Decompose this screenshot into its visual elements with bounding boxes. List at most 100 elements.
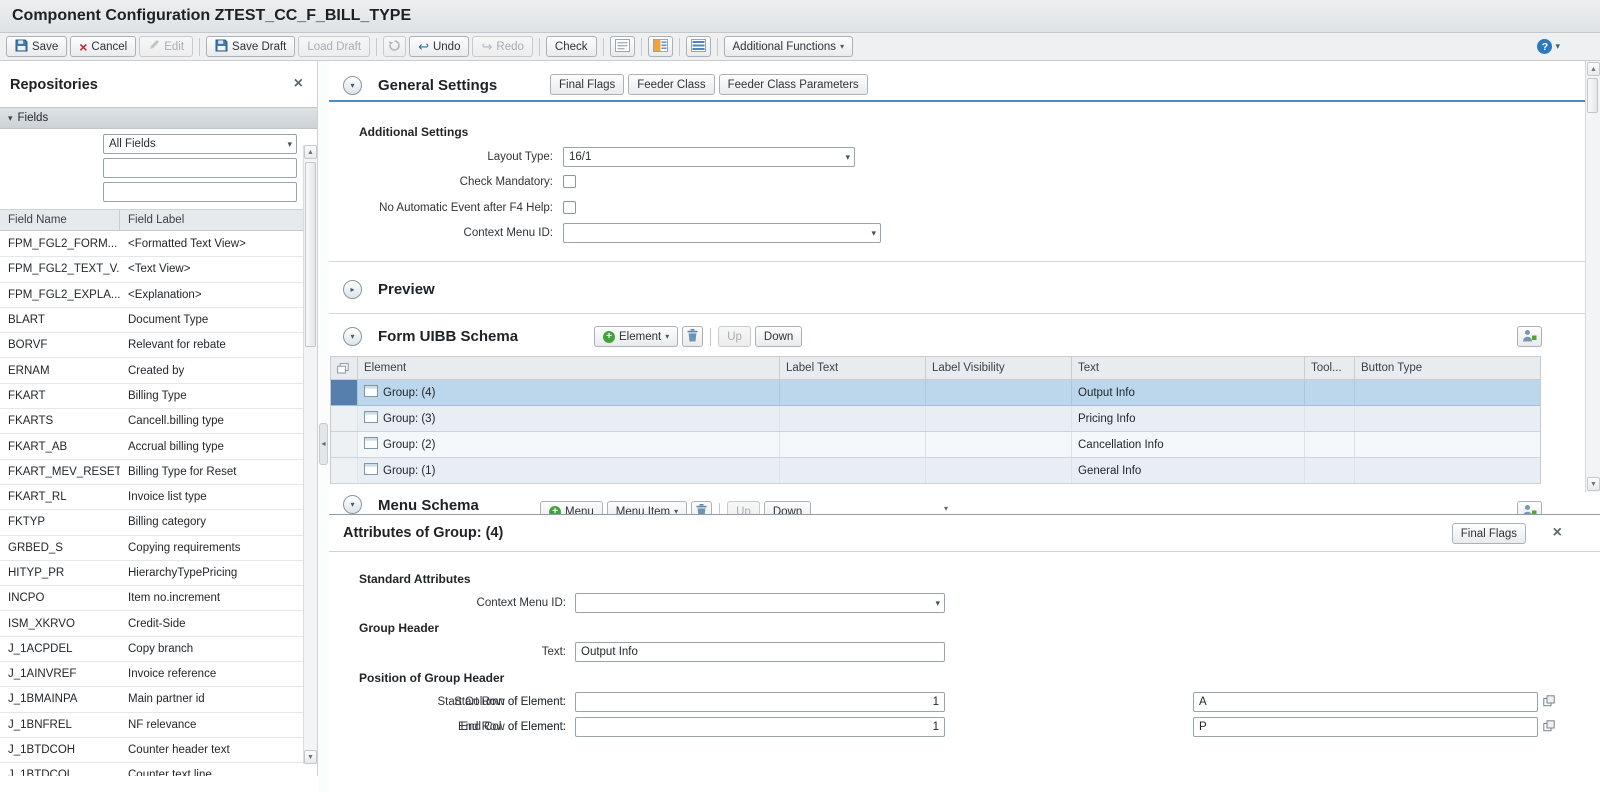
feeder-class-parameters-button[interactable]: Feeder Class Parameters	[719, 74, 868, 95]
field-row[interactable]: FKART_RL Invoice list type	[0, 485, 304, 510]
delete-element-button[interactable]	[682, 326, 703, 347]
edit-button[interactable]: Edit	[139, 36, 193, 57]
row-selector-cell[interactable]	[331, 406, 358, 431]
field-row[interactable]: J_1AINVREF Invoice reference	[0, 662, 304, 687]
feeder-class-button[interactable]: Feeder Class	[628, 74, 714, 95]
row-selector-cell[interactable]	[331, 380, 358, 405]
collapse-left-icon[interactable]	[319, 423, 328, 465]
row-selector-cell[interactable]	[331, 458, 358, 483]
column-header-field-label[interactable]: Field Label	[120, 214, 304, 226]
scroll-up-icon[interactable]	[1587, 62, 1600, 76]
start-column-input[interactable]	[1193, 692, 1538, 712]
check-mandatory-checkbox[interactable]	[563, 175, 576, 188]
additional-functions-button[interactable]: Additional Functions	[724, 36, 854, 57]
field-row[interactable]: BORVF Relevant for rebate	[0, 333, 304, 358]
repositories-close-icon[interactable]	[294, 76, 303, 92]
end-column-input[interactable]	[1193, 717, 1538, 737]
field-row[interactable]: FKART Billing Type	[0, 384, 304, 409]
field-row[interactable]: FPM_FGL2_TEXT_V... <Text View>	[0, 257, 304, 282]
value-help-icon[interactable]	[1543, 720, 1555, 732]
personalization-button[interactable]	[1517, 326, 1542, 347]
save-button[interactable]: Save	[6, 36, 67, 57]
start-row-input[interactable]	[575, 692, 945, 712]
panel-splitter[interactable]	[318, 61, 329, 792]
column-header-button-type[interactable]: Button Type	[1355, 357, 1540, 379]
collapse-section-icon[interactable]	[343, 327, 362, 346]
row-selector-cell[interactable]	[331, 432, 358, 457]
add-element-button[interactable]: Element	[594, 326, 678, 347]
column-header-label-visibility[interactable]: Label Visibility	[926, 357, 1072, 379]
menu-move-up-button[interactable]: Up	[727, 501, 760, 514]
field-row[interactable]: FKART_AB Accrual billing type	[0, 434, 304, 459]
uibb-row[interactable]: Group: (2) Cancellation Info	[331, 432, 1540, 458]
value-help-icon[interactable]	[1543, 695, 1555, 707]
ddic-input[interactable]	[103, 182, 297, 202]
save-draft-button[interactable]: Save Draft	[206, 36, 295, 57]
select-all-stack-icon[interactable]	[331, 357, 358, 379]
field-row[interactable]: J_1BNFREL NF relevance	[0, 713, 304, 738]
scroll-down-icon[interactable]	[304, 750, 317, 764]
redo-button[interactable]: Redo	[472, 36, 532, 57]
help-icon[interactable]	[1537, 39, 1552, 54]
undo-button[interactable]: Undo	[409, 36, 469, 57]
field-row[interactable]: HITYP_PR HierarchyTypePricing	[0, 561, 304, 586]
attributes-close-icon[interactable]	[1553, 525, 1562, 541]
field-row[interactable]: FPM_FGL2_FORM... <Formatted Text View>	[0, 232, 304, 257]
scrollbar-thumb[interactable]	[305, 162, 316, 347]
collapse-section-icon[interactable]	[343, 495, 362, 514]
field-row[interactable]: J_1BTDCOH Counter header text	[0, 738, 304, 763]
field-row[interactable]: J_1BMAINPA Main partner id	[0, 687, 304, 712]
column-header-tooltip[interactable]: Tool...	[1305, 357, 1355, 379]
move-down-button[interactable]: Down	[755, 326, 802, 347]
column-header-field-name[interactable]: Field Name	[0, 210, 120, 230]
fields-section-header[interactable]: Fields	[0, 107, 317, 129]
field-row[interactable]: J_1ACPDEL Copy branch	[0, 637, 304, 662]
end-row-input[interactable]	[575, 717, 945, 737]
field-row[interactable]: ERNAM Created by	[0, 358, 304, 383]
column-header-element[interactable]: Element	[358, 357, 780, 379]
uibb-row[interactable]: Group: (4) Output Info	[331, 380, 1540, 406]
load-draft-button[interactable]: Load Draft	[298, 36, 370, 57]
expand-section-icon[interactable]	[343, 280, 362, 299]
field-row[interactable]: FKART_MEV_RESET Billing Type for Reset	[0, 460, 304, 485]
main-scrollbar[interactable]	[1585, 61, 1600, 492]
scrollbar-thumb[interactable]	[1587, 78, 1598, 113]
column-header-text[interactable]: Text	[1072, 357, 1305, 379]
check-button[interactable]: Check	[546, 36, 597, 57]
field-row[interactable]: J_1BTDCOL Counter text line	[0, 763, 304, 776]
delete-menu-button[interactable]	[691, 501, 712, 514]
group-text-input[interactable]	[575, 642, 945, 662]
field-row[interactable]: FKTYP Billing category	[0, 510, 304, 535]
cancel-button[interactable]: Cancel	[70, 36, 136, 57]
final-flags-button[interactable]: Final Flags	[550, 74, 624, 95]
field-row[interactable]: INCPO Item no.increment	[0, 586, 304, 611]
collapse-section-icon[interactable]	[343, 76, 362, 95]
add-menu-button[interactable]: Menu	[540, 501, 603, 514]
uibb-row[interactable]: Group: (1) General Info	[331, 458, 1540, 484]
toolbar-overflow-chevron-icon[interactable]	[1555, 42, 1560, 51]
split-view-button[interactable]	[648, 36, 673, 57]
field-row[interactable]: FKARTS Cancell.billing type	[0, 409, 304, 434]
panel-sash-chevron-icon[interactable]	[944, 505, 948, 513]
field-row[interactable]: FPM_FGL2_EXPLA... <Explanation>	[0, 283, 304, 308]
field-row[interactable]: ISM_XKRVO Credit-Side	[0, 611, 304, 636]
personalization-button[interactable]	[1517, 501, 1542, 514]
attr-context-menu-dropdown[interactable]	[575, 593, 945, 613]
field-row[interactable]: BLART Document Type	[0, 308, 304, 333]
refresh-button[interactable]	[383, 36, 406, 57]
scroll-down-icon[interactable]	[1587, 477, 1600, 491]
field-row[interactable]: GRBED_S Copying requirements	[0, 536, 304, 561]
no-auto-event-checkbox[interactable]	[563, 201, 576, 214]
context-menu-dropdown[interactable]	[563, 223, 881, 243]
column-header-label-text[interactable]: Label Text	[780, 357, 926, 379]
layout-type-dropdown[interactable]: 16/1	[563, 147, 855, 167]
uibb-row[interactable]: Group: (3) Pricing Info	[331, 406, 1540, 432]
menu-move-down-button[interactable]: Down	[764, 501, 811, 514]
form-view-button[interactable]	[610, 36, 635, 57]
attr-final-flags-button[interactable]: Final Flags	[1452, 523, 1526, 544]
move-up-button[interactable]: Up	[718, 326, 751, 347]
add-menu-item-button[interactable]: Menu Item	[607, 501, 687, 514]
rows-view-button[interactable]	[686, 36, 711, 57]
search-input[interactable]	[103, 158, 297, 178]
fields-scrollbar[interactable]	[303, 145, 317, 764]
